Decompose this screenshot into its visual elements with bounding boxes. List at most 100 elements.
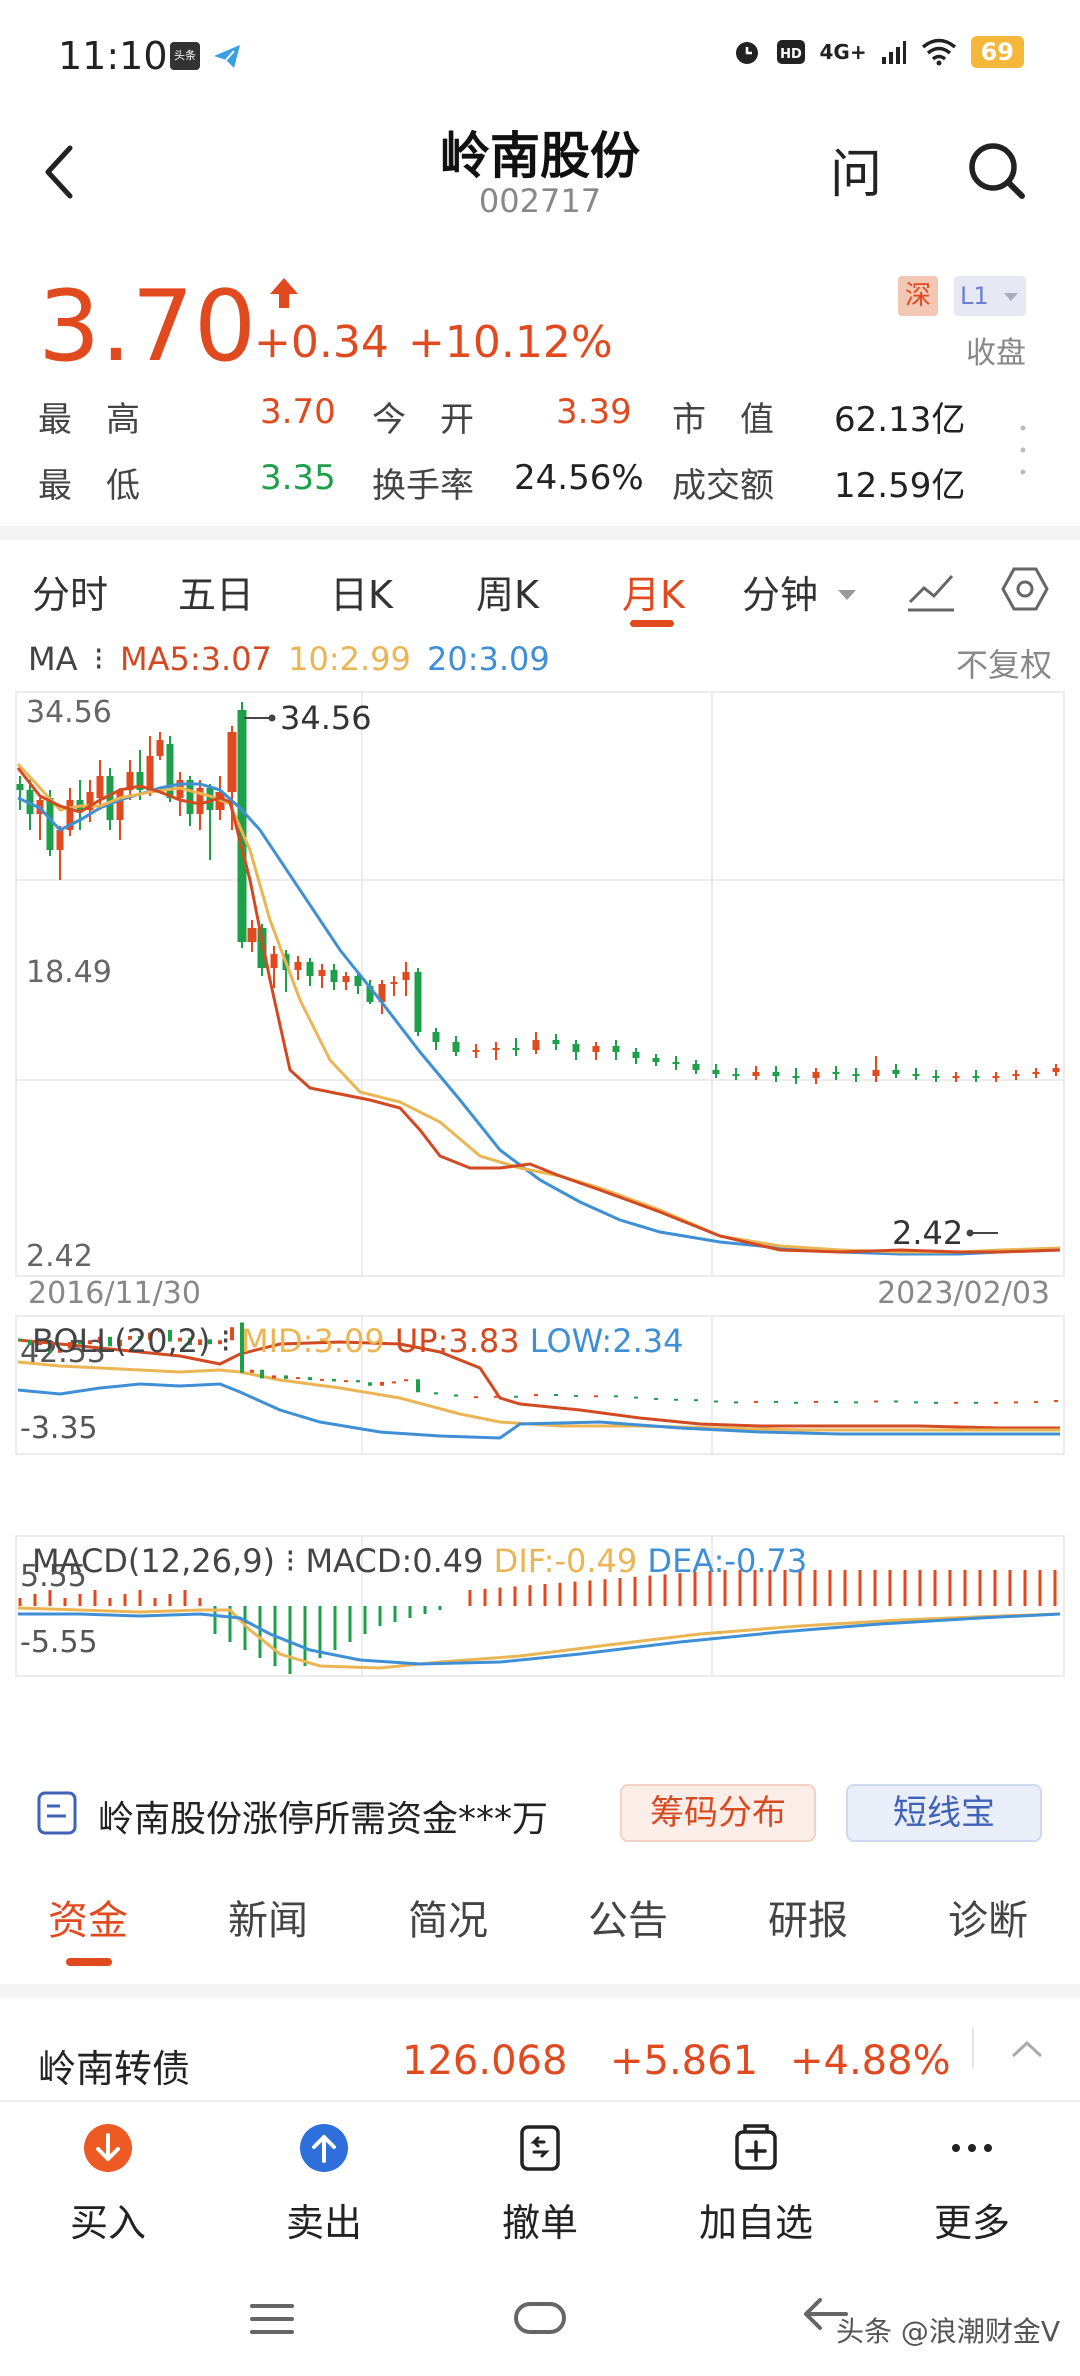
sell-button[interactable]: 卖出	[254, 2122, 394, 2247]
short-term-button[interactable]: 短线宝	[846, 1784, 1042, 1842]
level-dropdown-icon	[1004, 293, 1019, 301]
boll-up: UP:3.83	[394, 1322, 520, 1360]
candle-body	[512, 1048, 520, 1050]
stat-value-market-cap: 62.13亿	[834, 400, 966, 440]
add-watchlist-label: 加自选	[698, 2201, 813, 2245]
candle-body	[1012, 1074, 1020, 1076]
candle-body	[156, 740, 164, 756]
boll-candle	[320, 1378, 324, 1381]
boll-candle	[594, 1395, 598, 1398]
wifi-icon	[921, 38, 956, 66]
search-icon[interactable]	[962, 136, 1032, 206]
boll-candle	[284, 1375, 288, 1379]
settings-hexagon-icon[interactable]	[1000, 564, 1050, 614]
boll-candle	[914, 1401, 918, 1404]
session-status: 收盘	[966, 336, 1026, 371]
active-info-tab-indicator	[66, 1958, 112, 1966]
section-divider	[0, 526, 1080, 540]
kline-y-mid: 18.49	[26, 955, 112, 990]
boll-legend[interactable]: BOLL(20,2) ⁝ MID:3.09 UP:3.83 LOW:2.34	[32, 1322, 683, 1360]
boll-candle	[474, 1396, 478, 1399]
home-icon[interactable]	[512, 2298, 568, 2338]
tab-monthly-k[interactable]: 月K	[622, 564, 685, 619]
tab-funds[interactable]: 资金	[48, 1888, 128, 1946]
kline-date-start: 2016/11/30	[28, 1276, 201, 1311]
candle-body	[1052, 1068, 1060, 1072]
stat-value-high: 3.70	[260, 392, 336, 432]
tab-five-day[interactable]: 五日	[178, 564, 254, 619]
candle-body	[652, 1058, 660, 1062]
buy-button[interactable]: 买入	[38, 2122, 178, 2247]
info-tabs: 资金 新闻 简况 公告 研报 诊断	[0, 1872, 1080, 1972]
limit-up-promo[interactable]: 岭南股份涨停所需资金***万 筹码分布 短线宝	[0, 1772, 1080, 1856]
recent-apps-icon[interactable]	[248, 2302, 296, 2336]
drawing-tool-icon[interactable]	[906, 568, 956, 612]
boll-candle	[734, 1401, 738, 1404]
watermark-text: 头条 @浪潮财金V	[836, 2315, 1061, 2348]
boll-candle	[296, 1377, 300, 1380]
boll-candle	[674, 1398, 678, 1401]
promo-text: 岭南股份涨停所需资金***万	[98, 1799, 549, 1840]
candle-body	[56, 830, 64, 850]
more-stats-icon[interactable]	[1018, 420, 1028, 480]
chevron-up-icon[interactable]	[1010, 2038, 1044, 2060]
kline-chart-area[interactable]: 34.56 18.49 2.42 34.56 2.42 42.53 -3.35 …	[0, 680, 1080, 1740]
tab-diagnosis[interactable]: 诊断	[948, 1888, 1028, 1946]
more-button[interactable]: 更多	[902, 2122, 1042, 2247]
candle-body	[414, 972, 422, 1032]
boll-candle	[894, 1400, 898, 1403]
tab-news[interactable]: 新闻	[228, 1888, 308, 1946]
ask-button[interactable]: 问	[830, 132, 882, 207]
candle-body	[552, 1040, 560, 1044]
convertible-bond-row[interactable]: 岭南转债 126.068 +5.861 +4.88%	[0, 2024, 1080, 2100]
stock-header: 岭南股份 002717 问	[0, 110, 1080, 240]
boll-candle	[454, 1394, 458, 1397]
kline-y-bottom: 2.42	[26, 1239, 93, 1274]
candle-body	[952, 1076, 960, 1078]
macd-legend[interactable]: MACD(12,26,9) ⁝ MACD:0.49 DIF:-0.49 DEA:…	[32, 1542, 807, 1580]
boll-candle	[434, 1392, 438, 1395]
candle-body	[972, 1076, 980, 1078]
boll-candle	[416, 1379, 420, 1393]
chip-distribution-button[interactable]: 筹码分布	[620, 1784, 816, 1842]
candle-body	[852, 1074, 860, 1076]
kline-low-marker: 2.42	[892, 1214, 998, 1252]
macd-value: MACD:0.49	[305, 1542, 484, 1580]
boll-candle	[554, 1394, 558, 1396]
candle-body	[46, 798, 54, 850]
boll-candle	[934, 1401, 938, 1404]
candle-body	[318, 970, 326, 976]
tab-overview[interactable]: 简况	[408, 1888, 488, 1946]
macd-dif: DIF:-0.49	[493, 1542, 638, 1580]
level-badge[interactable]: L1	[954, 276, 1026, 316]
buy-label: 买入	[69, 2201, 146, 2245]
signal-icon	[881, 41, 906, 64]
macd-y-bottom: -5.55	[20, 1625, 98, 1660]
tab-intraday[interactable]: 分时	[32, 564, 108, 619]
level-badge-label: L1	[960, 282, 989, 310]
tab-minute[interactable]: 分钟	[742, 564, 818, 619]
tab-announcements[interactable]: 公告	[588, 1888, 668, 1946]
cancel-order-button[interactable]: 撤单	[470, 2122, 610, 2247]
candle-body	[432, 1032, 440, 1042]
stat-label: 今 开	[372, 400, 474, 440]
price-change-percent: +10.12%	[408, 317, 613, 368]
tab-daily-k[interactable]: 日K	[330, 564, 393, 619]
macd-name: MACD(12,26,9)	[32, 1542, 276, 1580]
network-type: 4G+	[819, 40, 867, 64]
boll-candle	[794, 1401, 798, 1404]
more-icon	[952, 2144, 992, 2152]
ma-legend[interactable]: MA ⁝ MA5:3.07 10:2.99 20:3.09 不复权	[28, 640, 1058, 684]
boll-candle	[332, 1378, 336, 1382]
tab-research[interactable]: 研报	[768, 1888, 848, 1946]
period-tabs: 分时 五日 日K 周K 月K 分钟	[0, 550, 1080, 630]
candle-body	[872, 1070, 880, 1076]
candle-body	[270, 954, 278, 968]
boll-candle	[18, 1338, 22, 1341]
add-watchlist-button[interactable]: 加自选	[686, 2122, 826, 2247]
candle-body	[932, 1076, 940, 1078]
tab-weekly-k[interactable]: 周K	[476, 564, 539, 619]
boll-candle	[250, 1369, 254, 1373]
candle-body	[672, 1062, 680, 1064]
bond-divider	[972, 2028, 974, 2068]
